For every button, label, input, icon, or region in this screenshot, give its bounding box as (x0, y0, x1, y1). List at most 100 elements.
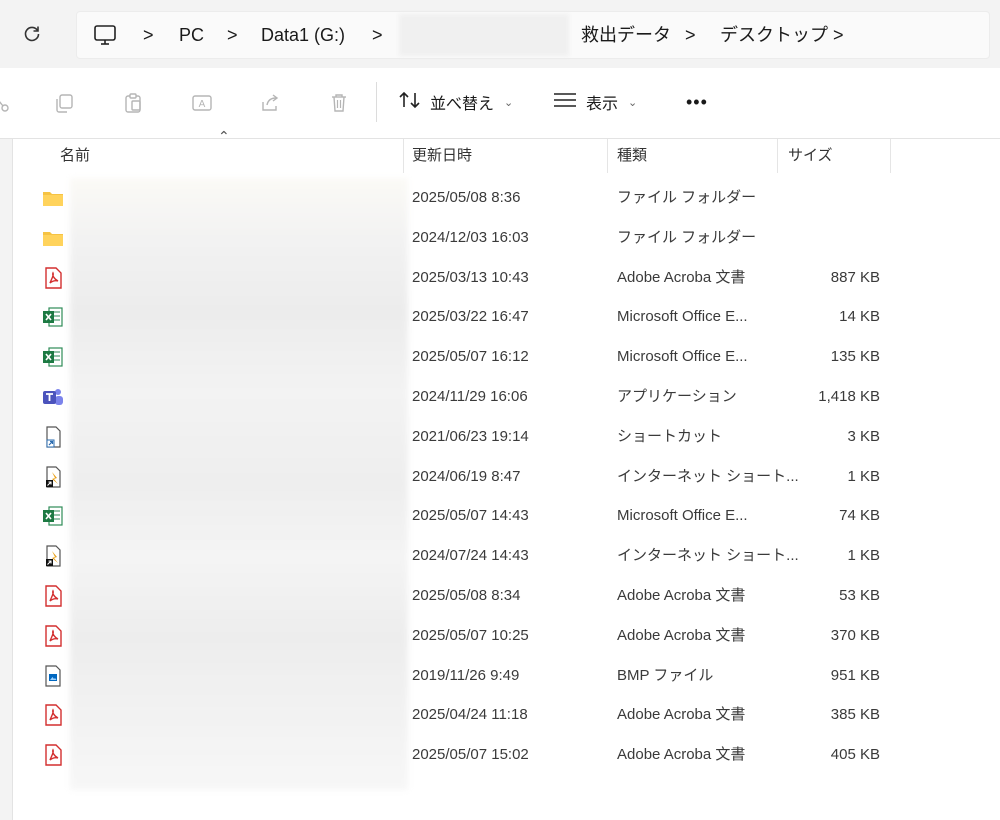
file-modified: 2024/12/03 16:03 (412, 228, 529, 246)
folder-icon (42, 227, 64, 249)
file-type: ファイル フォルダー (617, 189, 757, 206)
internet-shortcut-icon (42, 545, 64, 567)
sort-button[interactable]: 並べ替え ⌄ (398, 82, 513, 122)
breadcrumb-drive[interactable]: Data1 (G:) (261, 12, 345, 58)
file-size: 1 KB (847, 467, 880, 485)
file-modified: 2025/03/22 16:47 (412, 308, 529, 326)
file-type: BMP ファイル (617, 666, 714, 684)
folder-icon (42, 187, 64, 209)
sort-ascending-icon: ⌃ (218, 128, 230, 144)
file-modified: 2025/05/08 8:34 (412, 586, 521, 604)
sort-label: 並べ替え (430, 96, 495, 113)
svg-text:A: A (199, 99, 206, 110)
bmp-icon (42, 664, 64, 687)
view-button[interactable]: 表示 ⌄ (552, 82, 637, 122)
file-size: 405 KB (830, 746, 880, 764)
paste-icon[interactable] (120, 90, 146, 116)
sort-icon (398, 90, 422, 115)
internet-shortcut-icon (42, 465, 64, 488)
chevron-down-icon: ⌄ (504, 96, 514, 109)
delete-icon[interactable] (326, 90, 352, 116)
file-type: インターネット ショート... (617, 547, 799, 565)
rename-icon[interactable]: A (189, 90, 215, 116)
pdf-icon (42, 744, 64, 766)
pc-icon[interactable] (93, 12, 117, 58)
breadcrumb-separator[interactable]: > (227, 12, 238, 58)
file-modified: 2024/11/29 16:06 (412, 387, 528, 405)
file-modified: 2025/05/08 8:36 (412, 189, 521, 206)
file-type: ファイル フォルダー (617, 228, 757, 246)
column-header-name[interactable]: 名前 (60, 139, 90, 173)
breadcrumb-desktop[interactable]: デスクトップ (720, 12, 828, 58)
file-size: 1 KB (847, 547, 880, 565)
file-modified: 2024/06/19 8:47 (412, 467, 521, 485)
file-type: Adobe Acroba 文書 (617, 706, 746, 724)
file-modified: 2025/05/07 15:02 (412, 746, 529, 764)
breadcrumb-separator[interactable]: > (833, 12, 844, 58)
file-size: 135 KB (830, 348, 880, 366)
file-type: Adobe Acroba 文書 (617, 746, 746, 764)
file-type: Microsoft Office E... (617, 308, 748, 326)
column-divider[interactable] (890, 139, 891, 173)
command-bar: A 並べ替え ⌄ 表示 ⌄ ••• (0, 68, 1000, 139)
file-size: 74 KB (839, 507, 880, 525)
column-header-modified[interactable]: 更新日時 (412, 139, 472, 173)
breadcrumb-separator[interactable]: > (143, 12, 154, 58)
file-modified: 2019/11/26 9:49 (412, 666, 520, 684)
file-type: Adobe Acroba 文書 (617, 626, 746, 644)
more-options-button[interactable]: ••• (686, 82, 708, 122)
column-header-type[interactable]: 種類 (617, 139, 647, 173)
cut-icon[interactable] (0, 90, 14, 116)
file-size (780, 218, 880, 258)
file-type: Adobe Acroba 文書 (617, 268, 746, 286)
file-size: 370 KB (830, 626, 880, 644)
pdf-icon (42, 625, 64, 647)
redacted-breadcrumb (399, 14, 569, 56)
excel-icon (42, 346, 64, 368)
file-size (780, 178, 880, 218)
file-modified: 2025/04/24 11:18 (412, 706, 528, 724)
copy-icon[interactable] (51, 90, 77, 116)
shortcut-icon (42, 426, 64, 448)
breadcrumb-rescued-data[interactable]: 救出データ (581, 12, 671, 58)
view-list-icon (552, 91, 578, 114)
file-size: 1,418 KB (818, 387, 880, 405)
redacted-file-names (70, 178, 408, 790)
excel-icon (42, 306, 64, 328)
file-type: Microsoft Office E... (617, 507, 748, 525)
share-icon[interactable] (257, 90, 283, 116)
column-divider[interactable] (777, 139, 778, 173)
file-size: 385 KB (830, 706, 880, 724)
column-divider[interactable] (607, 139, 608, 173)
command-divider (376, 82, 377, 122)
teams-icon (42, 386, 64, 408)
pdf-icon (42, 585, 64, 607)
file-size: 887 KB (830, 268, 880, 286)
file-modified: 2025/03/13 10:43 (412, 268, 529, 286)
excel-icon (42, 505, 64, 527)
file-modified: 2025/05/07 14:43 (412, 507, 529, 525)
file-modified: 2025/05/07 16:12 (412, 348, 529, 366)
pdf-icon (42, 266, 64, 289)
pdf-icon (42, 704, 64, 727)
column-header-size[interactable]: サイズ (788, 139, 833, 173)
column-divider[interactable] (403, 139, 404, 173)
chevron-down-icon: ⌄ (628, 96, 638, 109)
file-type: インターネット ショート... (617, 467, 799, 485)
refresh-icon[interactable] (20, 22, 44, 46)
file-type: Adobe Acroba 文書 (617, 586, 746, 604)
file-type: ショートカット (617, 427, 723, 445)
file-size: 3 KB (847, 427, 880, 445)
breadcrumb-separator[interactable]: > (685, 12, 696, 58)
file-modified: 2025/05/07 10:25 (412, 626, 529, 644)
address-bar-area: > PC > Data1 (G:) > 救出データ > デスクトップ > (0, 0, 1000, 68)
view-label: 表示 (586, 96, 619, 113)
file-size: 951 KB (830, 666, 880, 684)
breadcrumb-separator[interactable]: > (372, 12, 383, 58)
file-type: Microsoft Office E... (617, 348, 748, 366)
file-size: 53 KB (839, 586, 880, 604)
file-modified: 2021/06/23 19:14 (412, 427, 529, 445)
address-bar[interactable]: > PC > Data1 (G:) > 救出データ > デスクトップ > (76, 11, 990, 59)
breadcrumb-pc[interactable]: PC (179, 12, 204, 58)
file-size: 14 KB (839, 308, 880, 326)
